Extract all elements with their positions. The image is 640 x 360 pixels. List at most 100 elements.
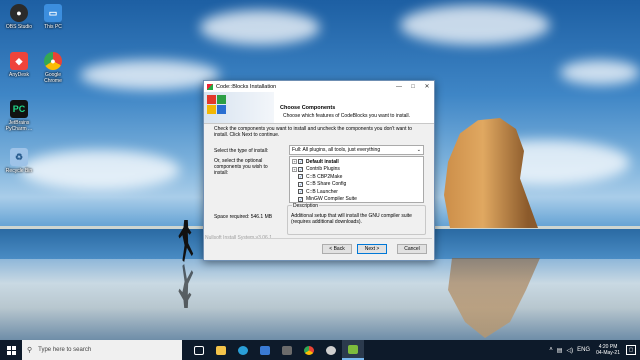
component-label: MinGW Compiler Suite [306,196,357,203]
component-row[interactable]: ✓ C::B Share Config [292,181,421,189]
window-title: Code::Blocks Installation [216,83,277,90]
store-icon [282,345,292,355]
chevron-down-icon: ⌄ [416,147,421,153]
install-type-label: Select the type of install: [214,148,269,154]
cloud [560,60,640,85]
network-icon[interactable]: ▤ [557,347,563,354]
taskbar-codeblocks[interactable] [342,340,364,360]
back-button[interactable]: < Back [322,244,352,254]
taskbar-mail[interactable] [254,340,276,360]
expand-icon[interactable]: + [292,159,297,165]
desktop-icon-label: This PC [44,24,62,30]
component-label: C::B Share Config [306,181,347,188]
beach [0,259,640,340]
desktop-icon-label: OBS Studio [5,24,33,30]
desktop-icon-column: ▭ This PC ● Google Chrome [36,2,70,90]
desktop-icon-column: ● OBS Studio ◆ AnyDesk PC JetBrains PyCh… [2,2,36,186]
title-bar[interactable]: Code::Blocks Installation — □ ✕ [204,81,434,92]
expand-icon[interactable]: + [292,166,297,172]
page-subtitle: Choose which features of CodeBlocks you … [283,113,411,119]
component-checkbox[interactable]: ✓ [298,159,303,165]
anydesk-icon: ◆ [10,52,28,70]
minimize-button[interactable]: — [392,81,406,92]
edge-icon [238,345,248,355]
desktop-icon-label: Google Chrome [44,72,62,84]
taskbar: ⚲ Type here to search ˄ ▤ ◁) ENG 4:20 PM… [0,340,640,360]
search-placeholder: Type here to search [38,347,92,353]
install-type-select[interactable]: Full: All plugins, all tools, just every… [289,145,424,155]
component-row[interactable]: ✓ C::B CBP2Make [292,173,421,181]
clock[interactable]: 4:20 PM 04-May-21 [596,344,620,356]
taskbar-file-explorer[interactable] [210,340,232,360]
start-button[interactable] [0,340,22,360]
pinned-apps [188,340,364,360]
instructions-text: Check the components you want to install… [214,126,413,138]
component-label: Default install [306,158,339,165]
close-button[interactable]: ✕ [420,81,434,92]
desktop-icon-this-pc[interactable]: ▭ This PC [36,2,70,42]
next-button[interactable]: Next > [357,244,387,254]
optional-components-label: Or, select the optional components you w… [214,158,268,176]
component-checkbox[interactable]: ✓ [298,196,303,202]
page-title: Choose Components [280,105,336,111]
obs-icon [326,345,336,355]
component-row[interactable]: ✓ C::B Launcher [292,188,421,196]
notifications-icon[interactable]: ▢ [626,345,636,355]
component-checkbox[interactable]: ✓ [298,174,303,180]
maximize-button[interactable]: □ [406,81,420,92]
component-row[interactable]: + ✓ Default install [292,158,421,166]
components-tree[interactable]: + ✓ Default install + ✓ Contrib Plugins … [289,156,424,203]
search-icon: ⚲ [27,347,33,354]
chevron-up-icon[interactable]: ˄ [549,347,553,353]
windows-logo-icon [6,345,16,355]
recycle-bin-icon: ♻ [10,148,28,166]
cloud [20,150,180,190]
desktop-icon-chrome[interactable]: ● Google Chrome [36,50,70,90]
description-title: Description [292,203,320,209]
chrome-icon: ● [44,52,62,70]
desktop-icon-obs[interactable]: ● OBS Studio [2,2,36,42]
component-checkbox[interactable]: ✓ [298,166,303,172]
desktop-icon-label: JetBrains PyCharm ... [5,120,33,132]
desktop-icon-anydesk[interactable]: ◆ AnyDesk [2,50,36,90]
install-type-value: Full: All plugins, all tools, just every… [292,147,381,153]
pycharm-icon: PC [10,100,28,118]
language-indicator[interactable]: ENG [577,347,590,353]
taskbar-search[interactable]: ⚲ Type here to search [22,340,182,360]
taskbar-store[interactable] [276,340,298,360]
cloud [400,5,550,45]
cancel-button[interactable]: Cancel [397,244,427,254]
component-checkbox[interactable]: ✓ [298,189,303,195]
installer-window: Code::Blocks Installation — □ ✕ Choose C… [203,80,435,261]
cloud [80,60,220,90]
component-checkbox[interactable]: ✓ [298,181,303,187]
taskbar-chrome[interactable] [298,340,320,360]
file-explorer-icon [216,345,226,355]
codeblocks-icon [348,344,358,354]
divider [249,238,432,239]
desktop-icon-label: Recycle Bin [5,168,33,174]
clock-date: 04-May-21 [596,350,620,356]
wizard-header: Choose Components Choose which features … [204,92,434,124]
task-view-icon [194,345,204,355]
desktop-icon-recycle-bin[interactable]: ♻ Recycle Bin [2,146,36,186]
codeblocks-icon [207,83,213,90]
obs-icon: ● [10,4,28,22]
volume-icon[interactable]: ◁) [566,347,573,354]
component-label: Contrib Plugins [306,166,340,173]
taskbar-edge[interactable] [232,340,254,360]
description-text: Additional setup that will install the G… [291,213,412,225]
component-row[interactable]: ✓ MinGW Compiler Suite [292,196,421,204]
desktop-icon-pycharm[interactable]: PC JetBrains PyCharm ... [2,98,36,138]
component-label: C::B CBP2Make [306,173,343,180]
description-group: Description Additional setup that will i… [287,203,426,235]
taskbar-obs[interactable] [320,340,342,360]
component-row[interactable]: + ✓ Contrib Plugins [292,166,421,174]
codeblocks-logo [204,92,274,123]
space-required: Space required: 546.1 MB [214,214,273,220]
taskbar-task-view[interactable] [188,340,210,360]
component-label: C::B Launcher [306,188,338,195]
chrome-icon [304,345,314,355]
desktop-icon-label: AnyDesk [8,72,29,78]
cloud [200,10,320,45]
